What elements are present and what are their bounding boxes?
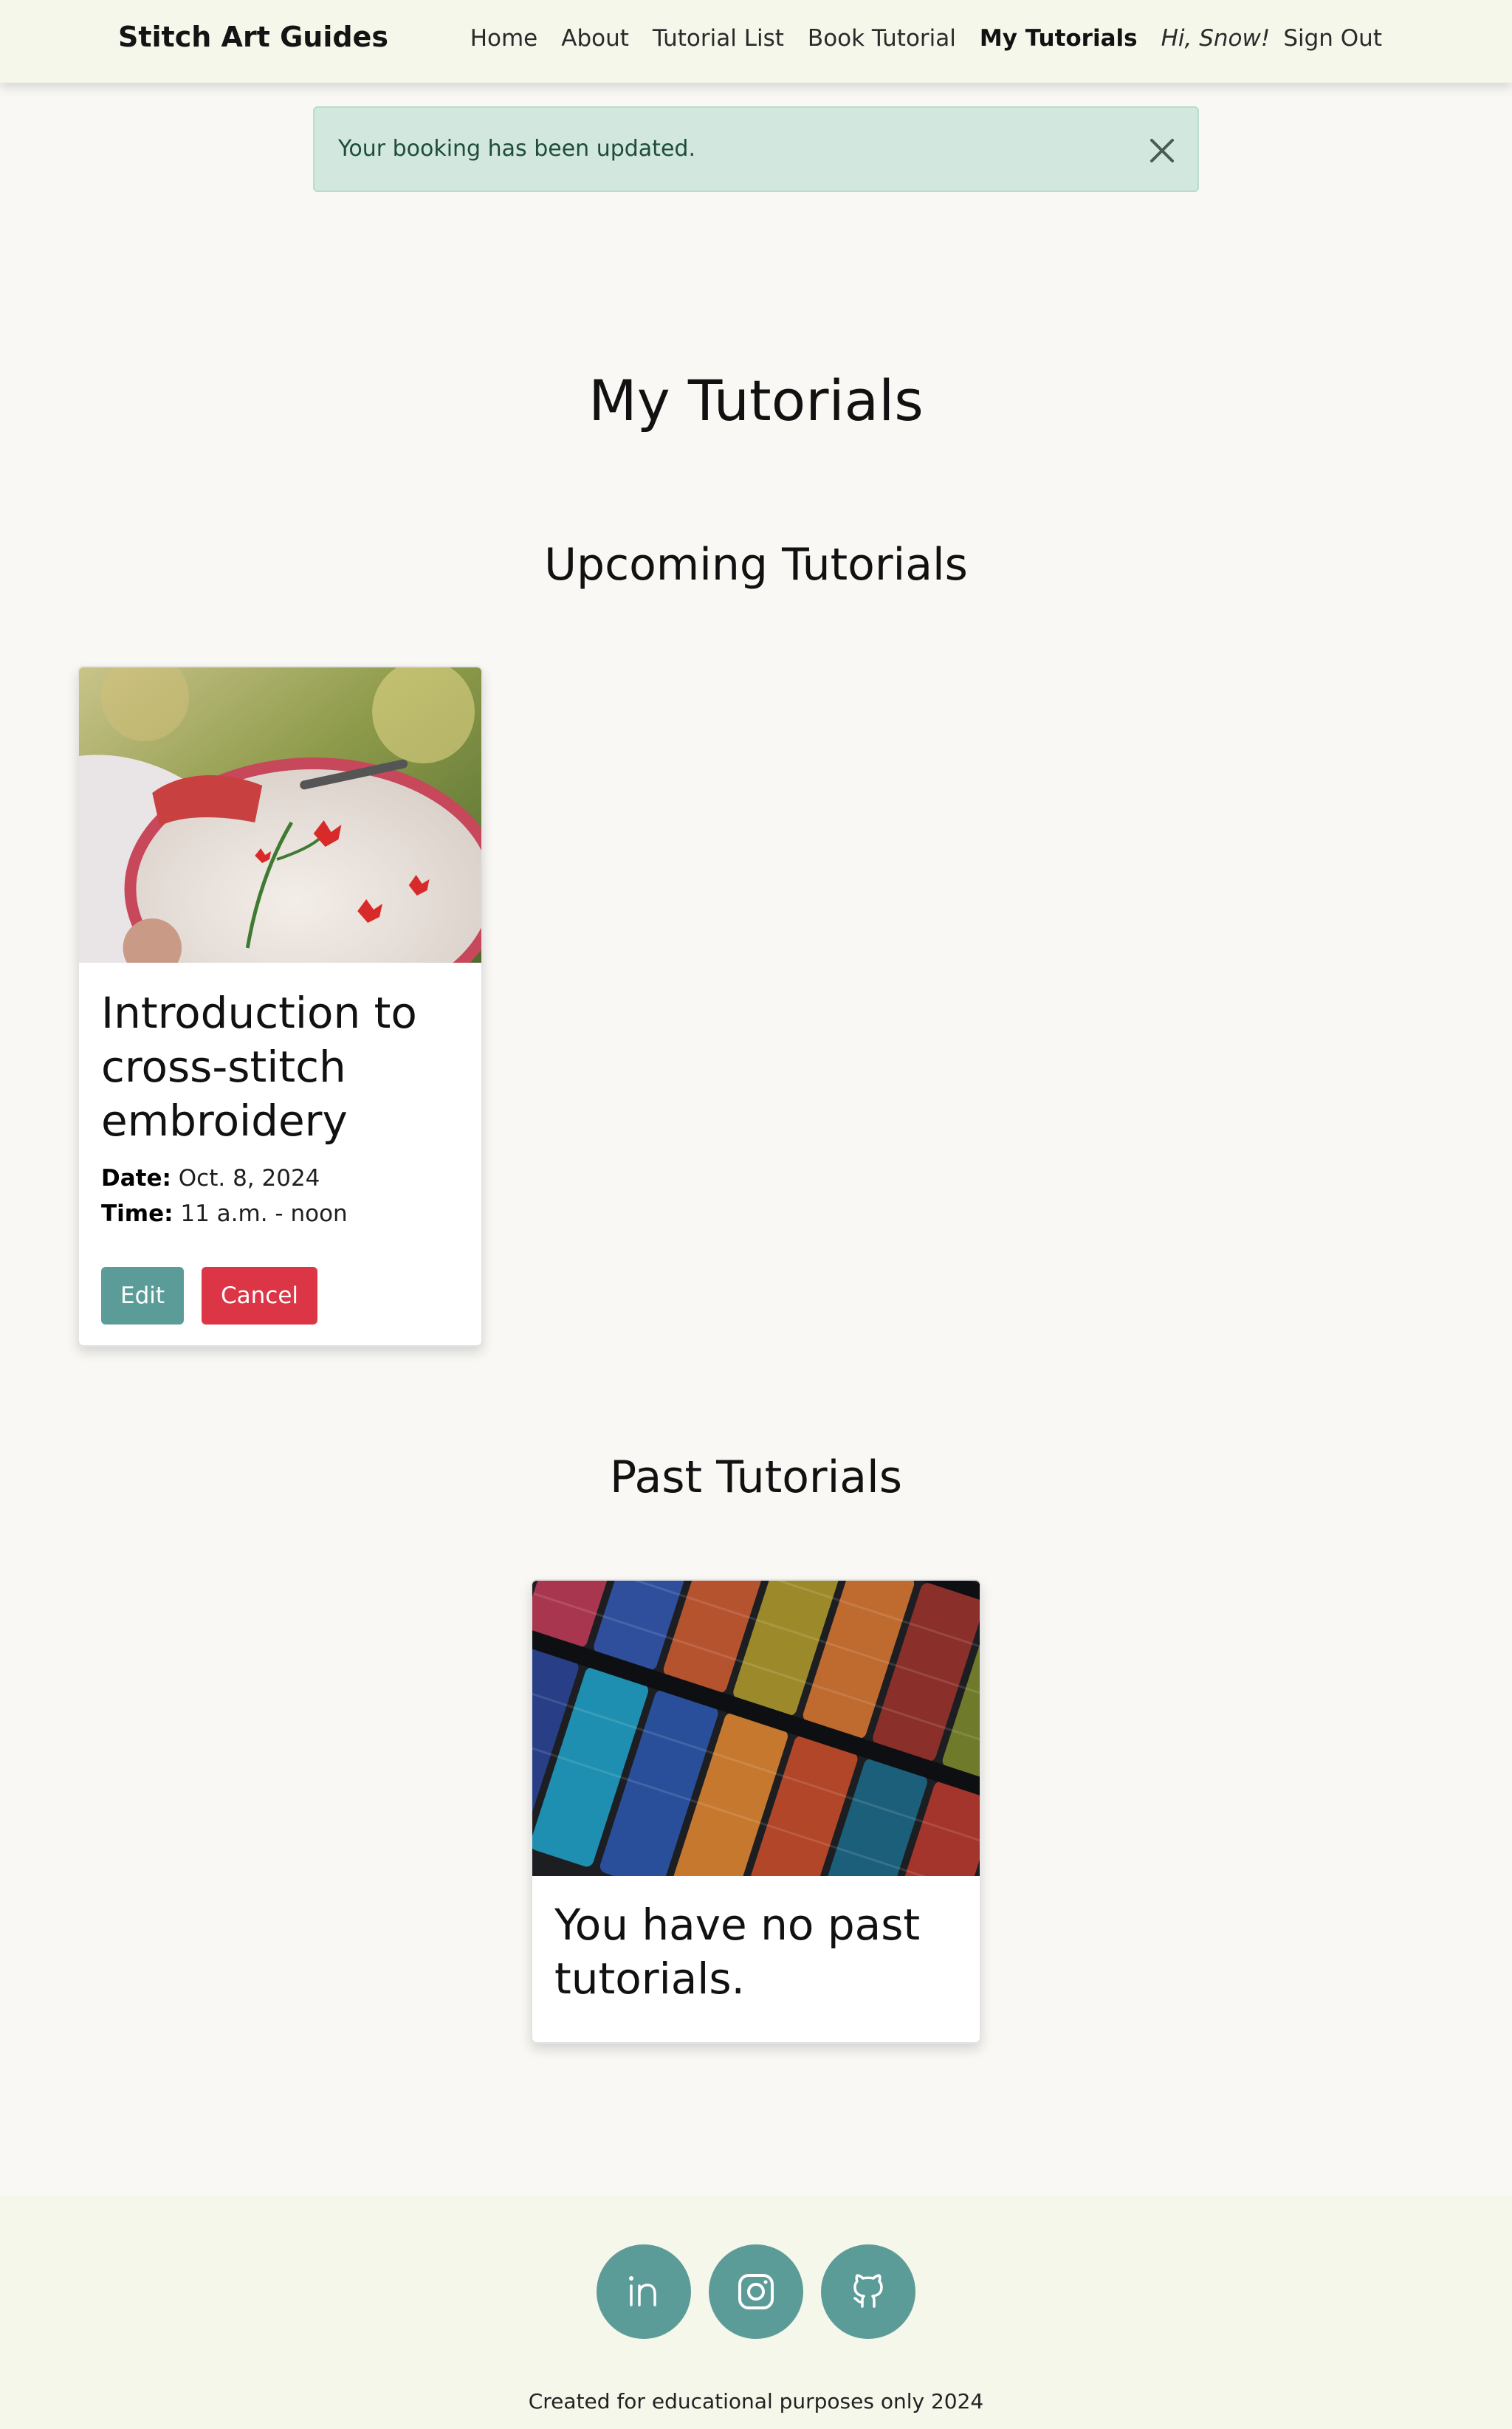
footer: Created for educational purposes only 20… — [0, 2196, 1512, 2429]
github-icon[interactable] — [821, 2244, 915, 2339]
embroidery-hoop-image — [79, 667, 481, 963]
footer-text: Created for educational purposes only 20… — [528, 2389, 984, 2413]
nav-sign-out[interactable]: Sign Out — [1283, 25, 1382, 52]
tutorial-time: Time: 11 a.m. - noon — [101, 1200, 348, 1227]
past-heading: Past Tutorials — [610, 1451, 902, 1503]
upcoming-tutorial-card: Introduction to cross-stitch embroidery … — [78, 666, 483, 1347]
nav-my-tutorials[interactable]: My Tutorials — [980, 25, 1138, 52]
instagram-icon[interactable] — [709, 2244, 803, 2339]
nav-about[interactable]: About — [561, 25, 629, 52]
tutorial-title: Introduction to cross-stitch embroidery — [101, 988, 417, 1146]
thread-spools-image — [532, 1581, 980, 1876]
tutorial-date: Date: Oct. 8, 2024 — [101, 1165, 320, 1192]
navbar: Stitch Art Guides Home About Tutorial Li… — [0, 0, 1512, 83]
edit-button[interactable]: Edit — [101, 1267, 185, 1325]
no-past-tutorials-message: You have no past tutorials. — [554, 1900, 921, 2004]
page-title: My Tutorials — [588, 368, 924, 433]
time-label: Time: — [101, 1200, 173, 1227]
close-icon[interactable] — [1146, 134, 1178, 167]
time-value: 11 a.m. - noon — [180, 1200, 348, 1227]
brand-logo[interactable]: Stitch Art Guides — [118, 21, 388, 53]
nav-book-tutorial[interactable]: Book Tutorial — [808, 25, 956, 52]
nav-links: Home About Tutorial List Book Tutorial M… — [470, 25, 1382, 52]
past-tutorial-card: You have no past tutorials. — [531, 1579, 981, 2044]
user-greeting: Hi, Snow! — [1161, 25, 1271, 52]
nav-home[interactable]: Home — [470, 25, 538, 52]
cancel-button[interactable]: Cancel — [202, 1267, 318, 1325]
social-links — [0, 2244, 1512, 2339]
upcoming-heading: Upcoming Tutorials — [544, 539, 968, 591]
alert-message: Your booking has been updated. — [338, 136, 695, 162]
linkedin-icon[interactable] — [597, 2244, 691, 2339]
date-label: Date: — [101, 1165, 171, 1192]
date-value: Oct. 8, 2024 — [178, 1165, 320, 1192]
success-alert: Your booking has been updated. — [313, 106, 1199, 192]
nav-tutorial-list[interactable]: Tutorial List — [653, 25, 784, 52]
